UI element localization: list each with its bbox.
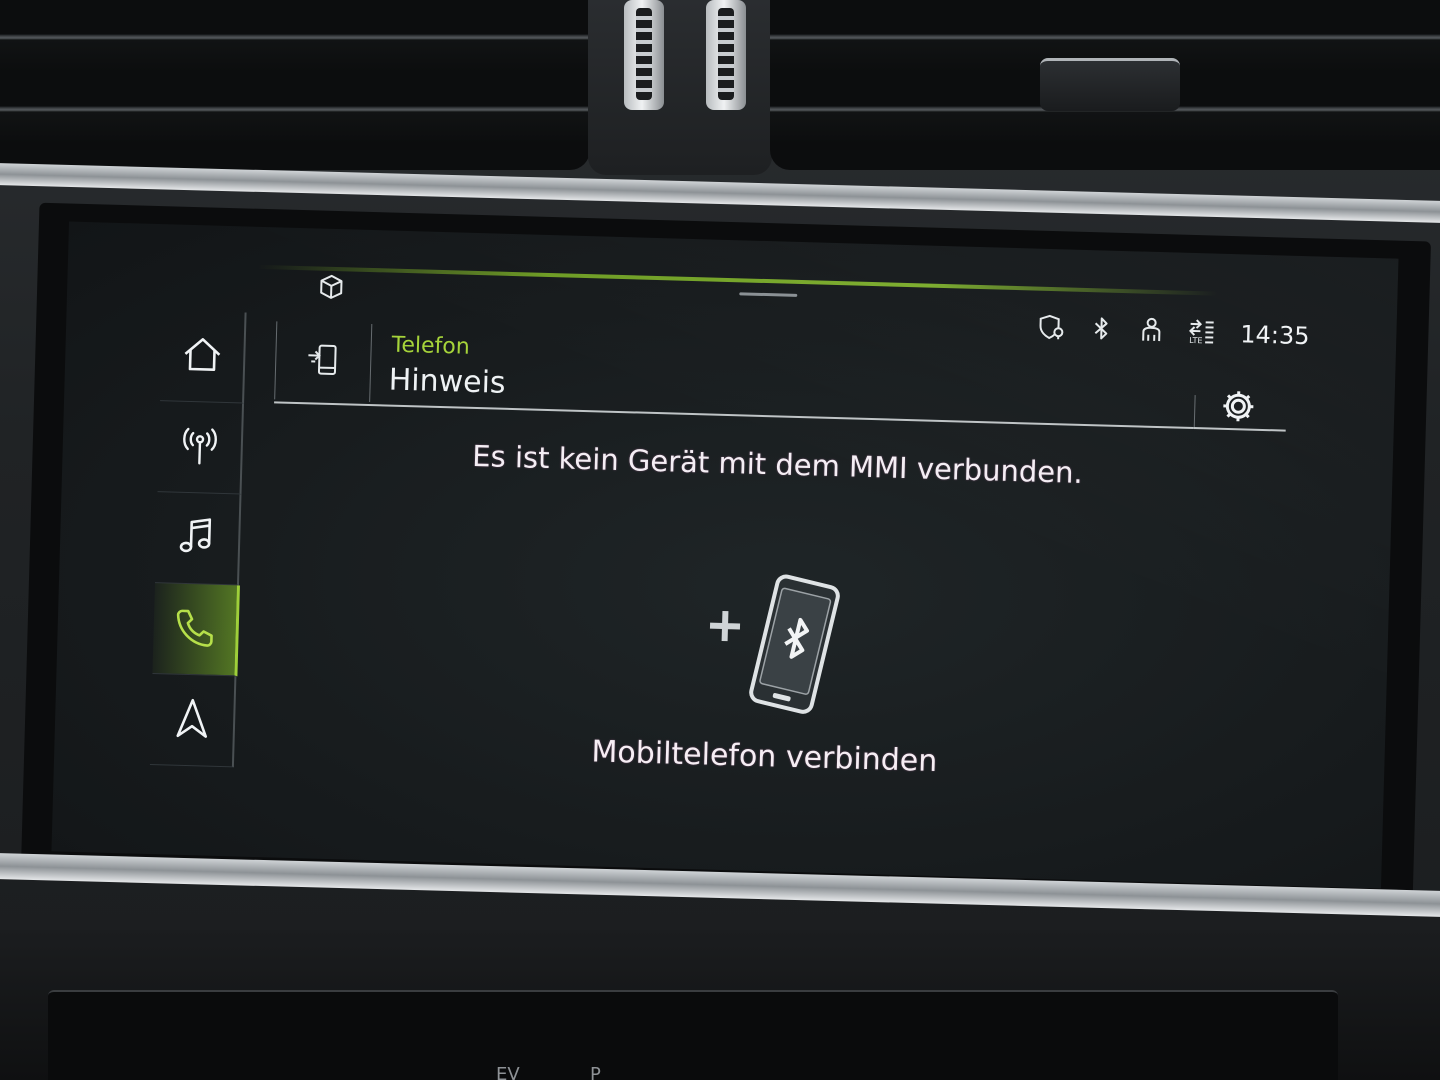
navigation-arrow-icon [170, 696, 215, 745]
clock: 14:35 [1239, 320, 1310, 351]
phone-bluetooth-icon [701, 569, 845, 723]
nav-item-media[interactable] [154, 492, 242, 586]
radio-antenna-icon [177, 423, 222, 472]
lte-signal-icon: LTE [1186, 316, 1217, 351]
shield-location-icon [1036, 312, 1067, 347]
air-vent-knob-right [706, 0, 746, 110]
device-switch-button[interactable] [274, 321, 373, 403]
music-note-icon [175, 514, 220, 563]
header-context-label: Telefon [391, 332, 471, 360]
nav-item-radio[interactable] [157, 401, 245, 495]
cube-icon[interactable] [317, 273, 346, 302]
climate-screen [48, 990, 1338, 1080]
air-vent-knob-left [624, 0, 664, 110]
phone-icon [172, 605, 217, 654]
nav-item-navigation[interactable] [149, 674, 237, 768]
nav-item-phone[interactable] [152, 583, 240, 677]
pull-down-handle[interactable] [739, 292, 798, 297]
air-vent-slider [1040, 58, 1180, 111]
gear-icon [1219, 387, 1258, 430]
svg-text:LTE: LTE [1189, 336, 1203, 345]
lower-screen-label-ev: EV [496, 1064, 520, 1080]
connect-phone-label: Mobiltelefon verbinden [591, 734, 938, 780]
lower-screen-label-p: P [590, 1064, 601, 1080]
header-divider [1193, 395, 1196, 430]
air-vent-left [0, 0, 590, 170]
mmi-screen: LTE 14:35 Telefon Hinweis Es ist kein Ge… [51, 221, 1399, 889]
page-title: Hinweis [388, 362, 507, 401]
bluetooth-icon [1086, 313, 1117, 348]
connect-phone-button[interactable]: Mobiltelefon verbinden [523, 565, 1009, 808]
top-green-glow [257, 264, 1218, 296]
car-dashboard: LTE 14:35 Telefon Hinweis Es ist kein Ge… [0, 0, 1440, 1080]
main-navigation [149, 310, 247, 768]
person-icon [1136, 314, 1167, 349]
phone-transfer-icon [305, 341, 342, 382]
home-icon [180, 332, 225, 381]
settings-button[interactable] [1212, 382, 1265, 435]
nav-item-home[interactable] [160, 310, 247, 404]
no-device-message: Es ist kein Gerät mit dem MMI verbunden. [471, 438, 1084, 490]
